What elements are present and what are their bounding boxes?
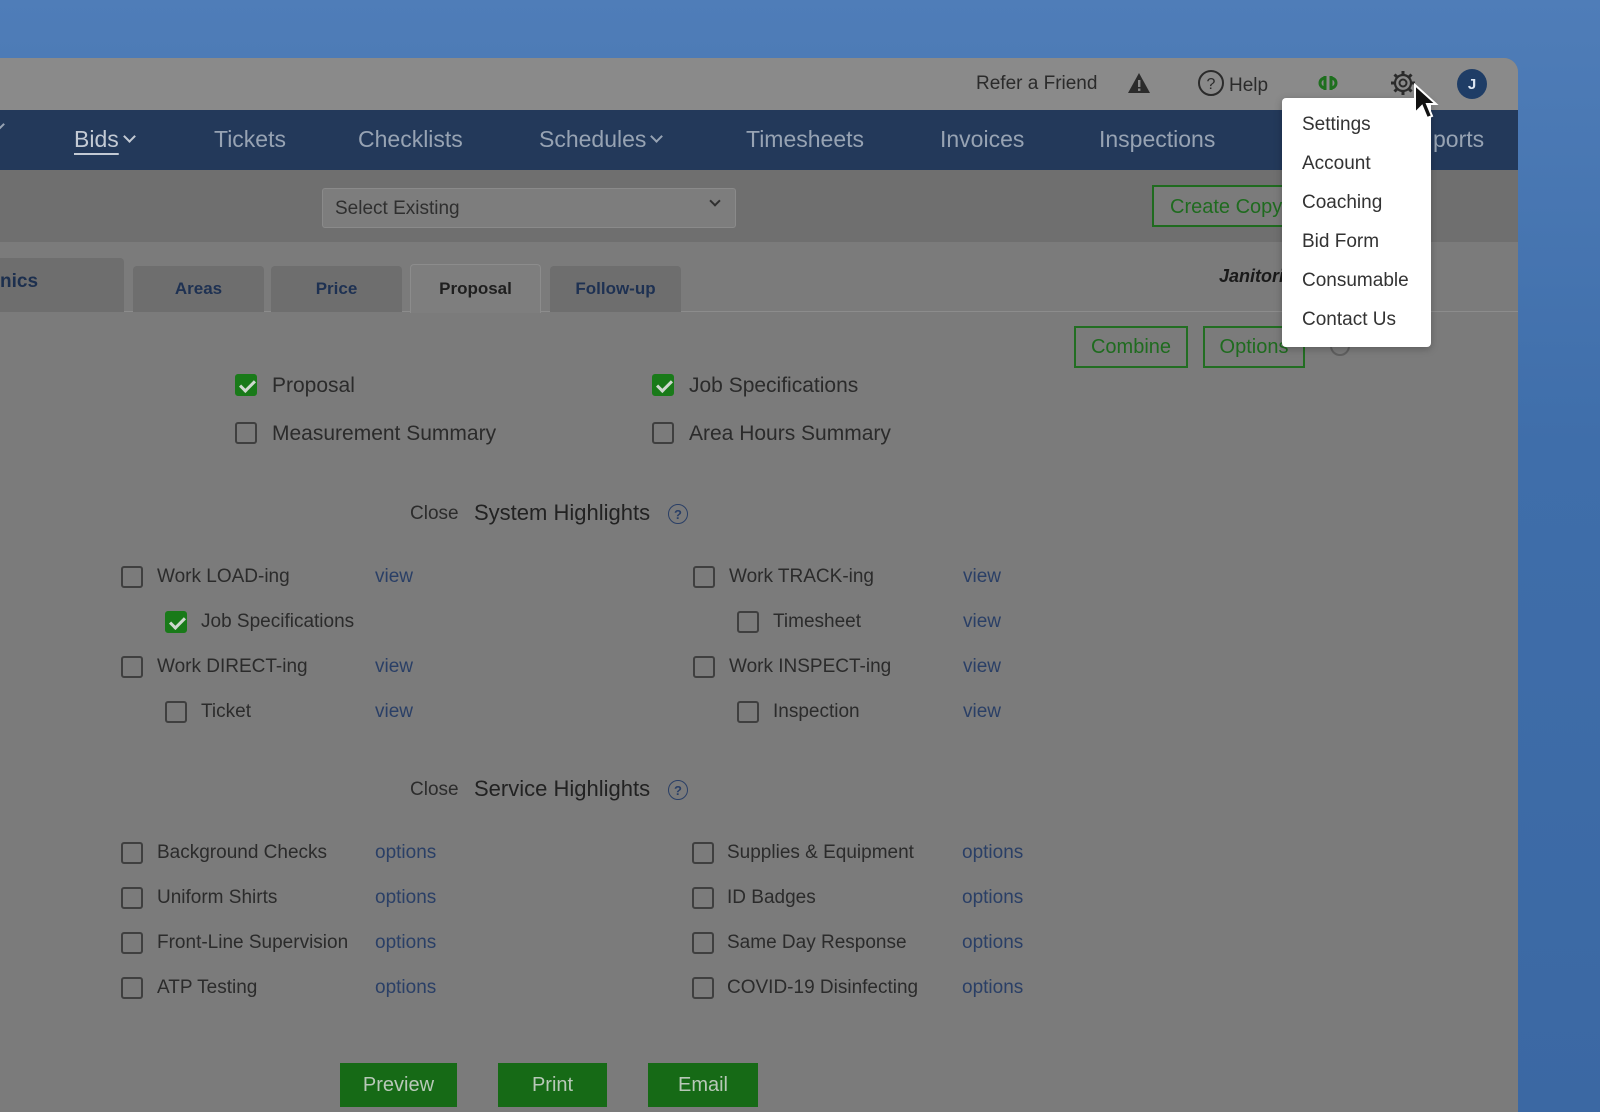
work-loading-label: Work LOAD-ing [157,566,290,587]
timesheet-view-link[interactable]: view [963,611,1001,633]
supplies-equipment-checkbox[interactable] [692,842,714,864]
nav-overflow-chevron[interactable] [0,118,5,131]
uniform-shirts-options-link[interactable]: options [375,887,436,909]
work-inspecting-view-link[interactable]: view [963,656,1001,678]
same-day-response-checkbox[interactable] [692,932,714,954]
ticket-view-link[interactable]: view [375,701,413,723]
tab-proposal[interactable]: Proposal [410,264,541,313]
front-line-supervision-checkbox[interactable] [121,932,143,954]
chevron-down-icon [650,130,664,143]
svg-text:?: ? [1207,76,1216,93]
menu-item-contact-us[interactable]: Contact Us [1302,309,1396,331]
covid-disinfecting-checkbox[interactable] [692,977,714,999]
work-directing-view-link[interactable]: view [375,656,413,678]
work-loading-view-link[interactable]: view [375,566,413,588]
user-avatar[interactable]: J [1457,69,1487,99]
proposal-checkbox[interactable] [235,374,257,396]
work-tracking-checkbox[interactable] [693,566,715,588]
settings-dropdown-menu: Settings Account Coaching Bid Form Consu… [1282,98,1431,347]
work-directing-checkbox[interactable] [121,656,143,678]
background-checks-options-link[interactable]: options [375,842,436,864]
same-day-response-options-link[interactable]: options [962,932,1023,954]
nav-tickets[interactable]: Tickets [214,126,286,153]
help-icon: ? [1197,69,1225,103]
chevron-down-icon [709,195,721,207]
id-badges-checkbox[interactable] [692,887,714,909]
help-label: Help [1229,75,1269,96]
background-checks-checkbox[interactable] [121,842,143,864]
inspection-checkbox[interactable] [737,701,759,723]
work-loading-checkbox[interactable] [121,566,143,588]
front-line-supervision-label: Front-Line Supervision [157,932,349,953]
nav-inspections[interactable]: Inspections [1099,126,1215,153]
nav-bids[interactable]: Bids [74,126,136,153]
work-inspecting-label: Work INSPECT-ing [729,656,892,677]
uniform-shirts-checkbox[interactable] [121,887,143,909]
nav-timesheets[interactable]: Timesheets [746,126,864,153]
work-tracking-label: Work TRACK-ing [729,566,874,587]
create-copy-button[interactable]: Create Copy [1152,185,1292,227]
atp-testing-checkbox[interactable] [121,977,143,999]
inspection-label: Inspection [773,701,860,722]
select-existing-dropdown[interactable]: Select Existing [322,188,736,228]
service-highlights-title: Service Highlights [474,776,651,801]
menu-item-account[interactable]: Account [1302,153,1371,175]
supplies-equipment-options-link[interactable]: options [962,842,1023,864]
timesheet-label: Timesheet [773,611,861,632]
tab-price[interactable]: Price [271,266,402,312]
covid-disinfecting-label: COVID-19 Disinfecting [727,977,919,998]
nav-reports[interactable]: ports [1433,126,1484,153]
nav-invoices[interactable]: Invoices [940,126,1024,153]
front-line-supervision-options-link[interactable]: options [375,932,436,954]
service-highlights-close[interactable]: Close [410,779,459,801]
measurement-summary-label: Measurement Summary [272,422,497,445]
mouse-cursor-icon [1413,82,1439,126]
tab-mechanics[interactable]: nics [0,258,124,312]
menu-item-settings[interactable]: Settings [1302,114,1371,136]
background-checks-label: Background Checks [157,842,328,863]
print-button[interactable]: Print [498,1063,607,1107]
ticket-label: Ticket [201,701,251,722]
timesheet-checkbox[interactable] [737,611,759,633]
job-specifications-checkbox[interactable] [652,374,674,396]
proposal-label: Proposal [272,374,355,397]
tab-follow-up[interactable]: Follow-up [550,266,681,312]
help-icon[interactable]: ? [668,780,688,800]
job-specifications-label: Job Specifications [689,374,859,397]
job-specs-highlight-checkbox[interactable] [165,611,187,633]
covid-disinfecting-options-link[interactable]: options [962,977,1023,999]
work-directing-label: Work DIRECT-ing [157,656,308,677]
uniform-shirts-label: Uniform Shirts [157,887,278,908]
inspection-view-link[interactable]: view [963,701,1001,723]
area-hours-summary-label: Area Hours Summary [689,422,891,445]
help-button[interactable]: ? Help [1197,69,1268,103]
supplies-equipment-label: Supplies & Equipment [727,842,914,863]
work-tracking-view-link[interactable]: view [963,566,1001,588]
menu-item-consumable[interactable]: Consumable [1302,270,1409,292]
ticket-checkbox[interactable] [165,701,187,723]
same-day-response-label: Same Day Response [727,932,907,953]
work-inspecting-checkbox[interactable] [693,656,715,678]
system-highlights-title: System Highlights [474,500,651,525]
menu-item-bid-form[interactable]: Bid Form [1302,231,1379,253]
nav-checklists[interactable]: Checklists [358,126,463,153]
email-button[interactable]: Email [648,1063,758,1107]
atp-testing-label: ATP Testing [157,977,258,998]
measurement-summary-checkbox[interactable] [235,422,257,444]
help-icon[interactable]: ? [668,504,688,524]
menu-item-coaching[interactable]: Coaching [1302,192,1382,214]
warning-icon[interactable] [1126,71,1152,100]
tab-areas[interactable]: Areas [133,266,264,312]
combine-button[interactable]: Combine [1074,326,1188,368]
atp-testing-options-link[interactable]: options [375,977,436,999]
preview-button[interactable]: Preview [340,1063,457,1107]
id-badges-options-link[interactable]: options [962,887,1023,909]
refer-friend-link[interactable]: Refer a Friend [976,73,1097,95]
id-badges-label: ID Badges [727,887,816,908]
area-hours-summary-checkbox[interactable] [652,422,674,444]
job-specs-highlight-label: Job Specifications [201,611,355,632]
system-highlights-close[interactable]: Close [410,503,459,525]
chevron-down-icon [122,130,136,143]
nav-schedules[interactable]: Schedules [539,126,664,153]
